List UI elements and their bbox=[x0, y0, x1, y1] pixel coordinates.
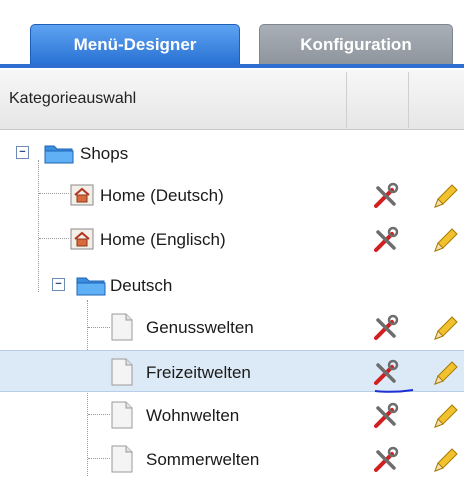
pencil-icon[interactable] bbox=[432, 226, 460, 254]
pencil-icon[interactable] bbox=[432, 359, 460, 387]
column-header: Kategorieauswahl bbox=[0, 70, 464, 130]
tree-node-home-deutsch[interactable]: Home (Deutsch) bbox=[0, 174, 464, 216]
tab-underline-bar bbox=[0, 64, 464, 68]
tree-node-label: Home (Deutsch) bbox=[100, 186, 224, 205]
pencil-icon[interactable] bbox=[432, 314, 460, 342]
category-tree: − Shops Home (Deutsch) Home (Englisch) −… bbox=[0, 130, 464, 476]
tree-node-shops[interactable]: − Shops bbox=[0, 132, 464, 174]
column-separator[interactable] bbox=[408, 72, 409, 128]
tab-konfiguration[interactable]: Konfiguration bbox=[259, 24, 453, 64]
collapse-toggle-icon[interactable]: − bbox=[52, 278, 65, 291]
tree-node-freizeitwelten[interactable]: Freizeitwelten bbox=[0, 350, 464, 393]
tree-node-label: Wohnwelten bbox=[146, 406, 240, 425]
wrench-screwdriver-icon[interactable] bbox=[372, 402, 400, 430]
folder-icon bbox=[76, 277, 106, 296]
tree-node-home-englisch[interactable]: Home (Englisch) bbox=[0, 218, 464, 260]
home-page-icon bbox=[70, 184, 94, 206]
tree-node-label: Home (Englisch) bbox=[100, 230, 226, 249]
page-icon bbox=[111, 445, 133, 473]
wrench-screwdriver-icon[interactable] bbox=[372, 446, 400, 474]
column-header-label: Kategorieauswahl bbox=[9, 90, 137, 107]
wrench-screwdriver-icon[interactable] bbox=[372, 314, 400, 342]
tree-node-label: Genusswelten bbox=[146, 318, 254, 337]
column-separator[interactable] bbox=[346, 72, 347, 128]
hover-underline bbox=[374, 389, 414, 393]
folder-icon bbox=[44, 145, 74, 164]
tab-menu-designer[interactable]: Menü-Designer bbox=[30, 24, 240, 64]
tree-node-genusswelten[interactable]: Genusswelten bbox=[0, 306, 464, 348]
pencil-icon[interactable] bbox=[432, 446, 460, 474]
home-page-icon bbox=[70, 228, 94, 250]
wrench-screwdriver-icon[interactable] bbox=[372, 226, 400, 254]
wrench-screwdriver-icon[interactable] bbox=[372, 182, 400, 210]
pencil-icon[interactable] bbox=[432, 402, 460, 430]
page-icon bbox=[111, 401, 133, 429]
tree-node-label: Sommerwelten bbox=[146, 450, 260, 469]
pencil-icon[interactable] bbox=[432, 182, 460, 210]
tree-node-wohnwelten[interactable]: Wohnwelten bbox=[0, 394, 464, 436]
tab-strip: Menü-Designer Konfiguration bbox=[0, 0, 464, 64]
tree-node-sommerwelten[interactable]: Sommerwelten bbox=[0, 438, 464, 480]
tree-node-deutsch[interactable]: − Deutsch bbox=[0, 264, 464, 306]
tree-node-label: Deutsch bbox=[110, 276, 173, 295]
tree-node-label: Freizeitwelten bbox=[146, 363, 251, 382]
wrench-screwdriver-icon[interactable] bbox=[372, 359, 400, 387]
tree-node-label: Shops bbox=[80, 144, 129, 163]
collapse-toggle-icon[interactable]: − bbox=[16, 146, 29, 159]
page-icon bbox=[111, 313, 133, 341]
page-icon bbox=[111, 358, 133, 386]
